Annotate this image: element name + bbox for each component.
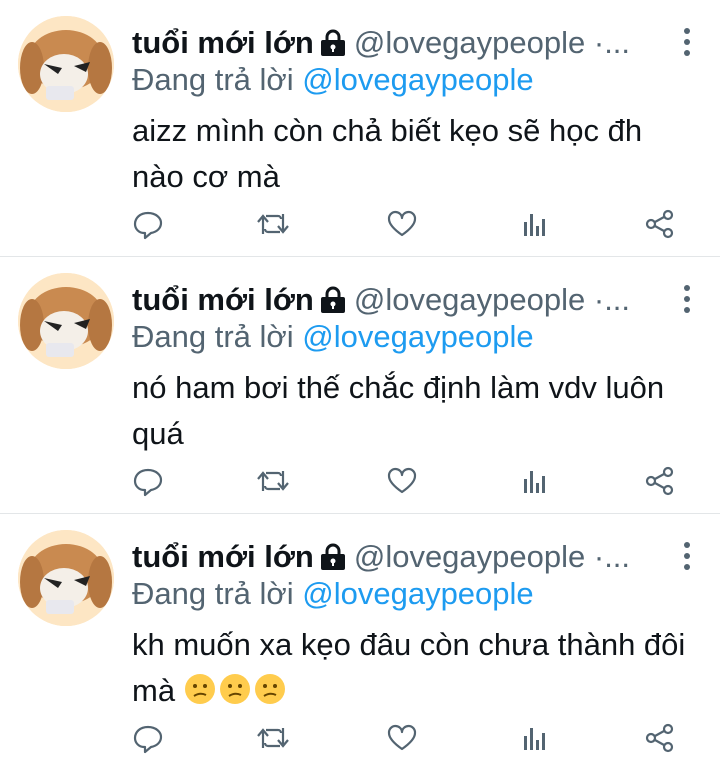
tweet[interactable]: tuổi mới lớn @lovegaypeople ·... Đang tr…	[0, 257, 720, 514]
display-name[interactable]: tuổi mới lớn	[132, 282, 314, 318]
reply-prefix: Đang trả lời	[132, 319, 294, 354]
analytics-icon[interactable]	[518, 722, 552, 756]
reply-context: Đang trả lời @lovegaypeople	[132, 319, 534, 355]
tweet-text: aizz mình còn chả biết kẹo sẽ học đh nào…	[132, 113, 643, 194]
retweet-icon[interactable]	[256, 722, 290, 756]
tweet-header: tuổi mới lớn @lovegaypeople ·...	[132, 281, 676, 319]
protected-lock-icon	[320, 286, 345, 313]
reply-prefix: Đang trả lời	[132, 576, 294, 611]
reply-mention[interactable]: @lovegaypeople	[302, 62, 533, 97]
tweet[interactable]: tuổi mới lớn @lovegaypeople ·... Đang tr…	[0, 0, 720, 257]
display-name[interactable]: tuổi mới lớn	[132, 25, 314, 61]
analytics-icon[interactable]	[518, 465, 552, 499]
reply-context: Đang trả lời @lovegaypeople	[132, 62, 534, 98]
tweet-header: tuổi mới lớn @lovegaypeople ·...	[132, 538, 676, 576]
retweet-icon[interactable]	[256, 465, 290, 499]
reply-icon[interactable]	[132, 208, 166, 242]
tweet-actions	[132, 722, 692, 762]
more-options-icon[interactable]	[682, 542, 692, 572]
reply-context: Đang trả lời @lovegaypeople	[132, 576, 534, 612]
like-icon[interactable]	[386, 722, 420, 756]
tweet-header: tuổi mới lớn @lovegaypeople ·...	[132, 24, 676, 62]
avatar[interactable]	[18, 273, 114, 369]
protected-lock-icon	[320, 29, 345, 56]
confused-face-icon	[219, 674, 250, 704]
tweet-text-block: kh muốn xa kẹo đâu còn chưa thành đôi mà	[132, 622, 702, 714]
reply-mention[interactable]: @lovegaypeople	[302, 576, 533, 611]
tweet-actions	[132, 465, 692, 505]
more-options-icon[interactable]	[682, 28, 692, 58]
avatar[interactable]	[18, 530, 114, 626]
share-icon[interactable]	[644, 208, 678, 242]
tweet[interactable]: tuổi mới lớn @lovegaypeople ·... Đang tr…	[0, 514, 720, 771]
reply-mention[interactable]: @lovegaypeople	[302, 319, 533, 354]
avatar[interactable]	[18, 16, 114, 112]
more-options-icon[interactable]	[682, 285, 692, 315]
user-handle[interactable]: @lovegaypeople ·...	[354, 539, 630, 575]
protected-lock-icon	[320, 543, 345, 570]
tweet-actions	[132, 208, 692, 248]
reply-icon[interactable]	[132, 465, 166, 499]
reply-prefix: Đang trả lời	[132, 62, 294, 97]
like-icon[interactable]	[386, 208, 420, 242]
display-name[interactable]: tuổi mới lớn	[132, 539, 314, 575]
confused-face-icon	[254, 674, 285, 704]
like-icon[interactable]	[386, 465, 420, 499]
user-handle[interactable]: @lovegaypeople ·...	[354, 282, 630, 318]
user-handle[interactable]: @lovegaypeople ·...	[354, 25, 630, 61]
tweet-text: nó ham bơi thế chắc định làm vdv luôn qu…	[132, 370, 665, 451]
analytics-icon[interactable]	[518, 208, 552, 242]
confused-face-icon	[184, 674, 215, 704]
share-icon[interactable]	[644, 722, 678, 756]
retweet-icon[interactable]	[256, 208, 290, 242]
share-icon[interactable]	[644, 465, 678, 499]
reply-icon[interactable]	[132, 722, 166, 756]
